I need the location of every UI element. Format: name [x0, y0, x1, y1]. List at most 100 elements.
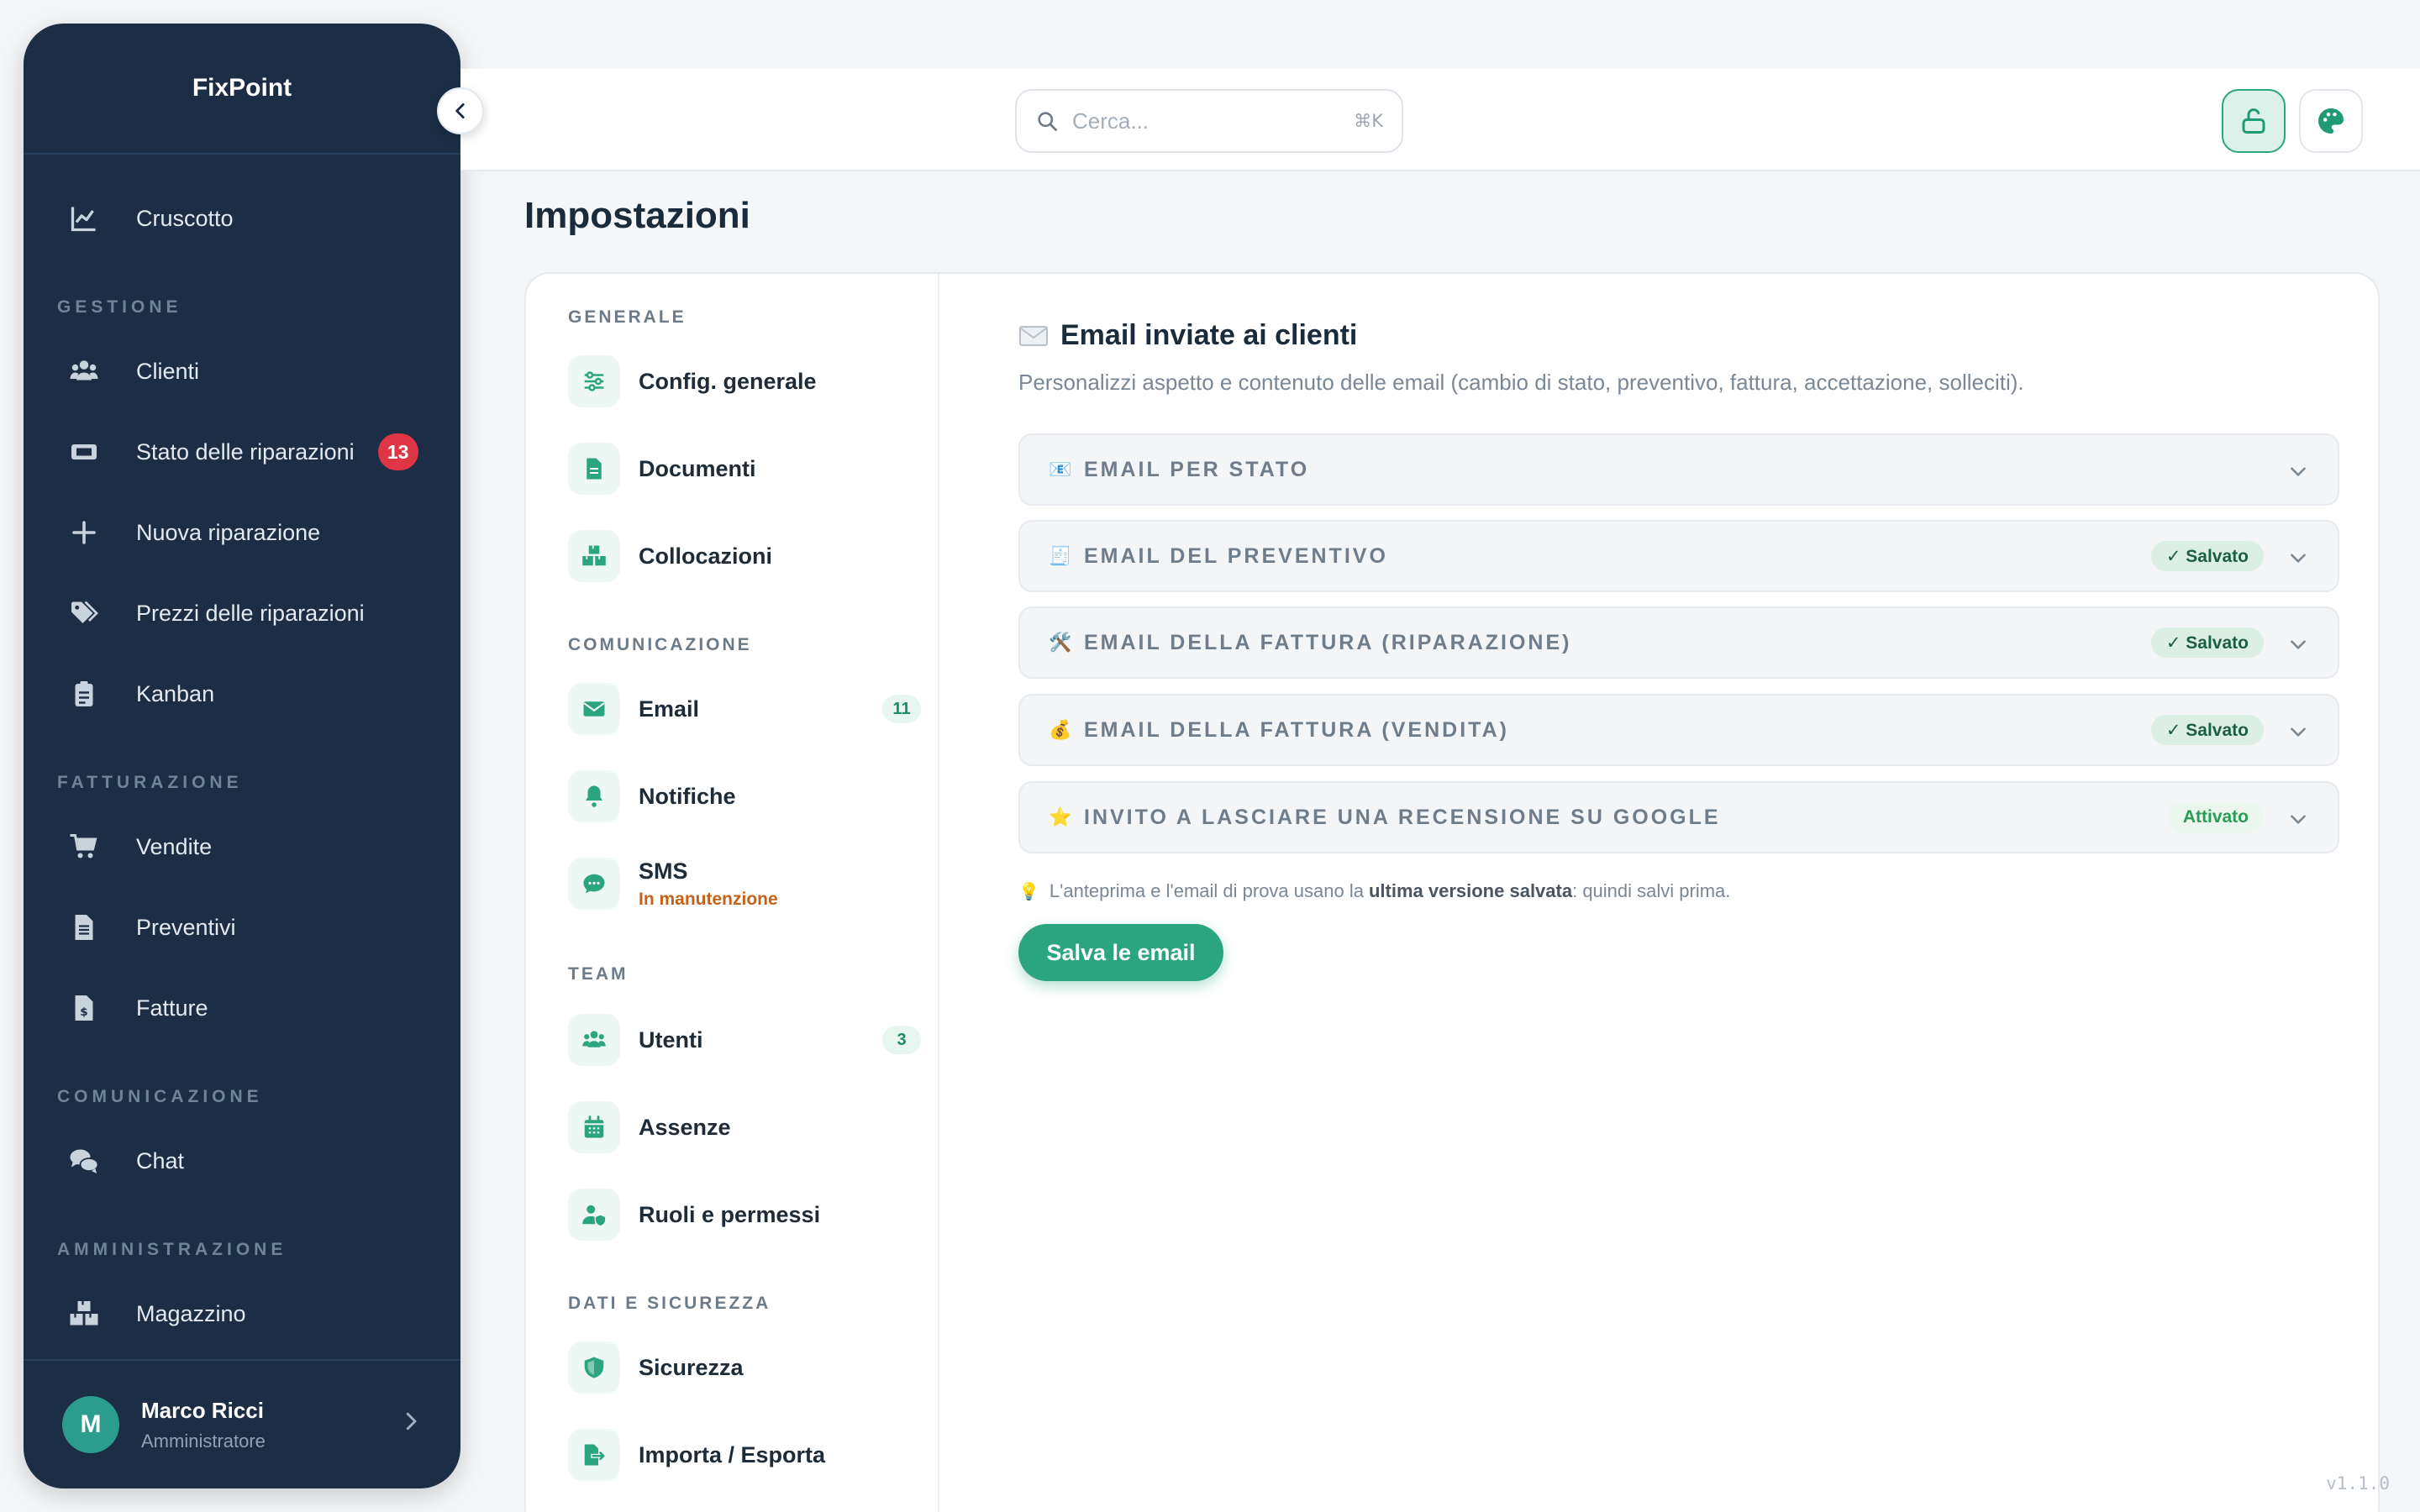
- accordion-email-fattura-riparazione[interactable]: 🛠️ EMAIL DELLA FATTURA (RIPARAZIONE) ✓ S…: [1018, 606, 2339, 679]
- section-description: Personalizzi aspetto e contenuto delle e…: [1018, 370, 2024, 395]
- settings-item-label: Notifiche: [639, 783, 736, 809]
- sidebar-item-label: Cruscotto: [136, 205, 234, 231]
- sidebar-item-label: Kanban: [136, 680, 215, 706]
- accordion-label: EMAIL DELLA FATTURA (VENDITA): [1084, 717, 1509, 742]
- sidebar-item-kanban[interactable]: Kanban: [24, 654, 460, 734]
- search-shortcut: ⌘K: [1354, 111, 1383, 131]
- sms-text: SMS In manutenzione: [639, 858, 778, 910]
- settings-item-label: Utenti: [639, 1026, 703, 1053]
- app-brand[interactable]: FixPoint: [24, 24, 460, 155]
- search-box[interactable]: ⌘K: [1015, 89, 1403, 153]
- users-count-badge: 3: [882, 1026, 921, 1054]
- receipt-emoji-icon: 🧾: [1049, 545, 1072, 567]
- hint-text-after: : quindi salvi prima.: [1572, 880, 1731, 901]
- sidebar-item-prezzi[interactable]: Prezzi delle riparazioni: [24, 573, 460, 654]
- settings-item-label: Config. generale: [639, 368, 817, 394]
- settings-item-label: Collocazioni: [639, 543, 773, 569]
- settings-item-sicurezza[interactable]: Sicurezza: [568, 1337, 921, 1398]
- user-menu[interactable]: M Marco Ricci Amministratore: [24, 1359, 460, 1488]
- theme-button[interactable]: [2299, 89, 2363, 153]
- users-icon: [67, 354, 101, 388]
- sidebar-item-nuova-riparazione[interactable]: Nuova riparazione: [24, 492, 460, 573]
- sidebar-item-magazzino[interactable]: Magazzino: [24, 1273, 460, 1354]
- sidebar: FixPoint Cruscotto GESTIONE Clienti Stat…: [24, 24, 484, 1488]
- plus-icon: [67, 516, 101, 549]
- sidebar-item-chat[interactable]: Chat: [24, 1121, 460, 1201]
- accordion-invito-recensione-google[interactable]: ⭐ INVITO A LASCIARE UNA RECENSIONE SU GO…: [1018, 781, 2339, 853]
- accordion-label: EMAIL DEL PREVENTIVO: [1084, 543, 1388, 568]
- accordion-email-fattura-vendita[interactable]: 💰 EMAIL DELLA FATTURA (VENDITA) ✓ Salvat…: [1018, 694, 2339, 766]
- settings-item-importa-esporta[interactable]: Importa / Esporta: [568, 1425, 921, 1485]
- section-header: Email inviate ai clienti: [1018, 319, 1357, 352]
- sidebar-item-label: Vendite: [136, 833, 213, 859]
- settings-item-collocazioni[interactable]: Collocazioni: [568, 526, 921, 586]
- accordion-email-preventivo[interactable]: 🧾 EMAIL DEL PREVENTIVO ✓ Salvato: [1018, 520, 2339, 592]
- settings-item-utenti[interactable]: Utenti 3: [568, 1010, 921, 1070]
- invoice-dollar-icon: $: [67, 991, 101, 1025]
- accordion-label: EMAIL PER STATO: [1084, 457, 1310, 481]
- chevron-down-icon: [2291, 467, 2306, 476]
- avatar: M: [62, 1396, 119, 1453]
- sidebar-section-amministrazione: AMMINISTRAZIONE: [57, 1240, 287, 1259]
- calendar-icon: [568, 1101, 620, 1153]
- saved-badge: ✓ Salvato: [2150, 541, 2264, 571]
- settings-item-notifiche[interactable]: Notifiche: [568, 766, 921, 827]
- boxes-icon: [67, 1297, 101, 1331]
- sidebar-item-stato-riparazioni[interactable]: Stato delle riparazioni 13: [24, 412, 460, 492]
- settings-section-dati-sicurezza: DATI E SICUREZZA: [568, 1294, 771, 1313]
- settings-item-label: Email: [639, 696, 700, 722]
- repairs-count-badge: 13: [377, 433, 418, 470]
- save-emails-button[interactable]: Salva le email: [1018, 924, 1223, 981]
- page-title: Impostazioni: [524, 195, 750, 236]
- accordion-label: EMAIL DELLA FATTURA (RIPARAZIONE): [1084, 630, 1572, 654]
- collapse-sidebar-button[interactable]: [437, 87, 484, 134]
- hint-text-bold: ultima versione salvata: [1368, 880, 1573, 901]
- settings-item-ruoli[interactable]: Ruoli e permessi: [568, 1184, 921, 1245]
- ticket-icon: [67, 435, 101, 469]
- sidebar-item-label: Preventivi: [136, 914, 236, 940]
- settings-item-sms[interactable]: SMS In manutenzione: [568, 853, 921, 914]
- palette-icon: [2318, 108, 2344, 134]
- sidebar-item-label: Prezzi delle riparazioni: [136, 600, 365, 626]
- settings-item-email[interactable]: Email 11: [568, 679, 921, 739]
- email-count-badge: 11: [882, 695, 921, 723]
- file-lines-icon: [67, 911, 101, 944]
- settings-section-generale: GENERALE: [568, 307, 687, 327]
- settings-item-label: Importa / Esporta: [639, 1441, 826, 1467]
- user-info: Marco Ricci Amministratore: [141, 1398, 266, 1452]
- star-emoji-icon: ⭐: [1049, 806, 1072, 828]
- saved-badge: ✓ Salvato: [2150, 715, 2264, 745]
- tools-emoji-icon: 🛠️: [1049, 632, 1072, 654]
- sidebar-item-cruscotto[interactable]: Cruscotto: [24, 178, 460, 259]
- settings-item-label: Documenti: [639, 455, 756, 481]
- chevron-right-icon: [406, 1412, 417, 1431]
- cart-icon: [67, 830, 101, 864]
- sidebar-item-vendite[interactable]: Vendite: [24, 806, 460, 887]
- lock-button[interactable]: [2222, 89, 2286, 153]
- bell-icon: [568, 770, 620, 822]
- sidebar-item-label: Fatture: [136, 995, 208, 1021]
- settings-item-assenze[interactable]: Assenze: [568, 1097, 921, 1158]
- accordion-email-per-stato[interactable]: 📧 EMAIL PER STATO: [1018, 433, 2339, 506]
- settings-item-config-generale[interactable]: Config. generale: [568, 351, 921, 412]
- sidebar-item-fatture[interactable]: $ Fatture: [24, 968, 460, 1048]
- clipboard-icon: [67, 677, 101, 711]
- sidebar-item-clienti[interactable]: Clienti: [24, 331, 460, 412]
- envelope-icon: [1019, 325, 1048, 346]
- sidebar-item-label: Magazzino: [136, 1300, 246, 1326]
- top-bar: ⌘K: [460, 69, 2420, 171]
- saved-badge: ✓ Salvato: [2150, 627, 2264, 658]
- settings-item-documenti[interactable]: Documenti: [568, 438, 921, 499]
- section-title: Email inviate ai clienti: [1060, 319, 1358, 351]
- boxes-icon: [568, 530, 620, 582]
- unlock-icon: [2242, 108, 2265, 134]
- preview-hint: 💡 L'anteprima e l'email di prova usano l…: [1018, 880, 1730, 902]
- sidebar-item-label: Clienti: [136, 358, 200, 384]
- svg-text:$: $: [80, 1005, 87, 1019]
- chart-line-icon: [67, 202, 101, 235]
- user-shield-icon: [568, 1189, 620, 1241]
- search-input[interactable]: [1072, 108, 1355, 134]
- tags-icon: [67, 596, 101, 630]
- email-settings-content: Email inviate ai clienti Personalizzi as…: [1018, 274, 2341, 1512]
- sidebar-item-preventivi[interactable]: Preventivi: [24, 887, 460, 968]
